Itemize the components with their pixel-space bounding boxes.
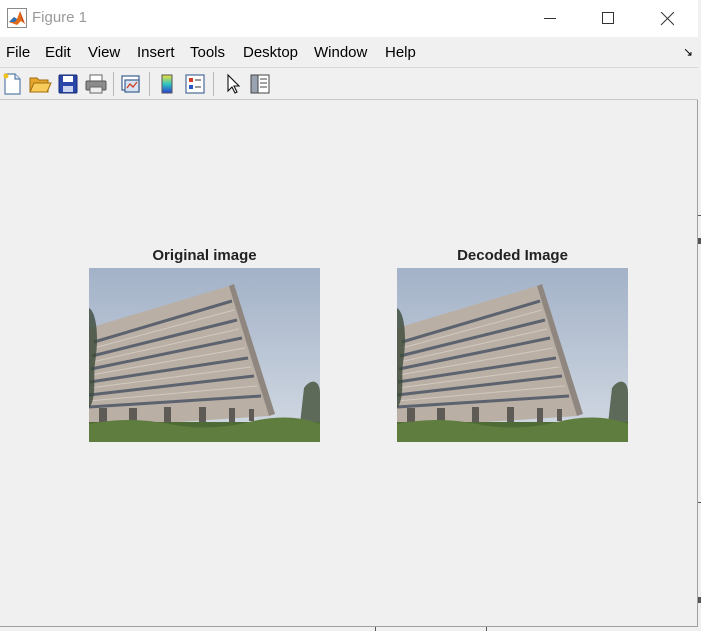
menu-tools[interactable]: Tools	[190, 44, 225, 61]
property-inspector-icon[interactable]	[248, 72, 272, 96]
menu-window[interactable]: Window	[314, 44, 367, 61]
menu-view[interactable]: View	[88, 44, 120, 61]
building-photo	[397, 268, 628, 442]
background-edge	[375, 627, 376, 631]
menu-insert[interactable]: Insert	[137, 44, 175, 61]
matlab-logo-icon	[7, 8, 27, 28]
close-button[interactable]	[644, 0, 690, 37]
decoded-image[interactable]	[397, 268, 628, 442]
figure-toolbar	[0, 67, 698, 100]
new-file-icon[interactable]	[1, 72, 25, 96]
toolbar-separator	[113, 72, 114, 96]
colorbar-icon[interactable]	[155, 72, 179, 96]
menu-bar: File Edit View Insert Tools Desktop Wind…	[0, 37, 698, 67]
maximize-icon	[602, 12, 614, 24]
menu-file[interactable]: File	[6, 44, 30, 61]
menu-desktop[interactable]: Desktop	[243, 44, 298, 61]
menu-edit[interactable]: Edit	[45, 44, 71, 61]
print-icon[interactable]	[84, 72, 108, 96]
title-bar: Figure 1	[0, 0, 698, 37]
pointer-icon[interactable]	[221, 72, 245, 96]
figure-window: Figure 1 File Edit View Insert Tools Des…	[0, 0, 698, 627]
toolbar-separator	[213, 72, 214, 96]
original-image[interactable]	[89, 268, 320, 442]
minimize-icon	[544, 18, 556, 19]
close-icon	[660, 12, 674, 26]
window-title: Figure 1	[32, 9, 88, 26]
legend-icon[interactable]	[183, 72, 207, 96]
open-folder-icon[interactable]	[28, 72, 52, 96]
maximize-button[interactable]	[585, 0, 631, 37]
save-icon[interactable]	[56, 72, 80, 96]
minimize-button[interactable]	[527, 0, 573, 37]
toolbar-separator	[149, 72, 150, 96]
menu-help[interactable]: Help	[385, 44, 416, 61]
background-edge	[486, 627, 487, 631]
link-plot-icon[interactable]	[119, 72, 143, 96]
dock-arrow-icon[interactable]: ↘	[683, 45, 693, 59]
axes-title-decoded: Decoded Image	[457, 247, 568, 264]
building-photo	[89, 268, 320, 442]
axes-title-original: Original image	[152, 247, 257, 264]
